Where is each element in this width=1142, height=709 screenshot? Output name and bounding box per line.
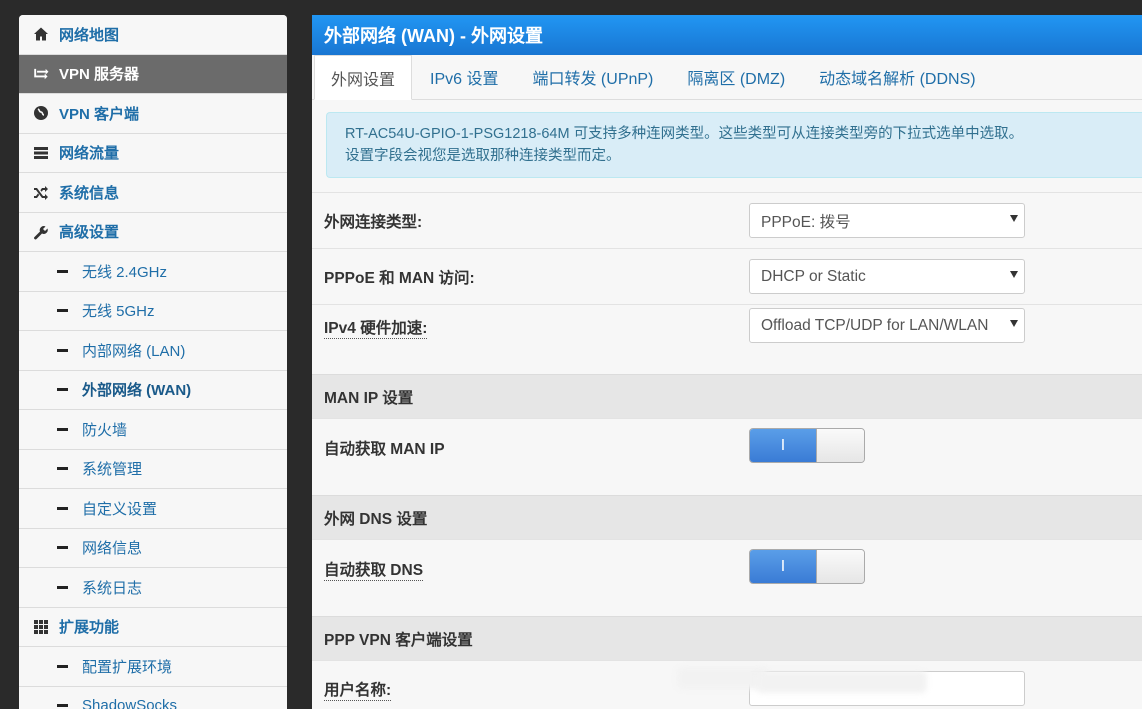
server-list-icon: [33, 145, 49, 161]
toggle-knob: [816, 429, 864, 462]
transfer-icon: [33, 66, 49, 82]
toggle-on-indicator: I: [750, 429, 816, 462]
sidebar-item-4[interactable]: 系统信息: [19, 173, 287, 213]
sidebar-item-17[interactable]: ShadowSocks: [19, 686, 287, 709]
wan-type-select[interactable]: PPPoE: 拨号: [749, 203, 1025, 238]
sidebar-item-label: 外部网络 (WAN): [82, 382, 192, 400]
info-text-line2: 设置字段会视您是选取那种连接类型而定。: [345, 148, 621, 164]
globe-icon: [33, 105, 49, 121]
tab-bar: 外网设置 IPv6 设置 端口转发 (UPnP) 隔离区 (DMZ) 动态域名解…: [312, 55, 1142, 100]
auto-dns-toggle[interactable]: I: [749, 549, 865, 584]
sidebar-item-8[interactable]: 内部网络 (LAN): [19, 331, 287, 371]
sidebar-item-15[interactable]: 扩展功能: [19, 607, 287, 647]
dns-section-header: 外网 DNS 设置: [312, 495, 1142, 539]
tab-ddns[interactable]: 动态域名解析 (DDNS): [803, 55, 991, 99]
hw-accel-label[interactable]: IPv4 硬件加速:: [324, 316, 428, 339]
username-row: 用户名称:: [312, 660, 1142, 709]
sidebar-item-7[interactable]: 无线 5GHz: [19, 291, 287, 331]
tab-wan-settings[interactable]: 外网设置: [314, 55, 413, 100]
wan-type-value: PPPoE: 拨号: [761, 213, 851, 231]
sidebar-item-label: 网络信息: [82, 540, 143, 558]
wan-type-label: 外网连接类型:: [324, 213, 423, 231]
dash-icon: [57, 585, 68, 589]
dropdown-caret-icon: [1010, 271, 1018, 278]
dropdown-caret-icon: [1010, 320, 1018, 327]
dropdown-caret-icon: [1010, 215, 1018, 222]
man-access-select[interactable]: DHCP or Static: [749, 259, 1025, 294]
dash-icon: [57, 704, 68, 708]
sidebar-item-16[interactable]: 配置扩展环境: [19, 647, 287, 687]
wrench-icon: [33, 224, 49, 240]
tab-dmz[interactable]: 隔离区 (DMZ): [671, 55, 801, 99]
dash-icon: [57, 664, 68, 668]
sidebar-item-label: 无线 5GHz: [82, 303, 155, 321]
info-text-line1: RT-AC54U-GPIO-1-PSG1218-64M 可支持多种连网类型。这些…: [345, 126, 1024, 142]
sidebar-item-label: 网络地图: [59, 26, 120, 44]
tab-ipv6[interactable]: IPv6 设置: [414, 55, 514, 99]
sidebar-item-label: 自定义设置: [82, 500, 158, 518]
dash-icon: [57, 546, 68, 550]
sidebar-item-0[interactable]: 网络地图: [19, 15, 287, 55]
sidebar-item-label: 系统日志: [82, 579, 143, 597]
sidebar-item-2[interactable]: VPN 客户端: [19, 94, 287, 134]
sidebar-item-label: 无线 2.4GHz: [82, 263, 168, 281]
man-access-label: PPPoE 和 MAN 访问:: [324, 269, 475, 287]
sidebar-item-label: 内部网络 (LAN): [82, 342, 186, 360]
wan-type-row: 外网连接类型: PPPoE: 拨号: [312, 192, 1142, 248]
ppp-vpn-section-header: PPP VPN 客户端设置: [312, 616, 1142, 660]
hw-accel-value: Offload TCP/UDP for LAN/WLAN: [761, 316, 989, 334]
sidebar-item-label: 高级设置: [59, 224, 120, 242]
auto-dns-row: 自动获取 DNS I: [312, 539, 1142, 616]
auto-dns-label[interactable]: 自动获取 DNS: [324, 558, 424, 581]
sidebar-item-12[interactable]: 自定义设置: [19, 489, 287, 529]
home-icon: [33, 26, 49, 42]
username-label[interactable]: 用户名称:: [324, 678, 392, 701]
hw-accel-row: IPv4 硬件加速: Offload TCP/UDP for LAN/WLAN: [312, 304, 1142, 374]
man-access-value: DHCP or Static: [761, 267, 866, 285]
sidebar-item-label: 配置扩展环境: [82, 658, 173, 676]
sidebar-item-label: VPN 客户端: [59, 105, 140, 123]
sidebar-item-label: VPN 服务器: [59, 66, 140, 84]
man-access-row: PPPoE 和 MAN 访问: DHCP or Static: [312, 248, 1142, 304]
sidebar-item-13[interactable]: 网络信息: [19, 528, 287, 568]
dash-icon: [57, 388, 68, 392]
man-ip-section-header: MAN IP 设置: [312, 374, 1142, 418]
hw-accel-select[interactable]: Offload TCP/UDP for LAN/WLAN: [749, 308, 1025, 343]
sidebar-item-1[interactable]: VPN 服务器: [19, 54, 287, 94]
redacted-blur: [677, 667, 767, 689]
dash-icon: [57, 348, 68, 352]
sidebar-item-5[interactable]: 高级设置: [19, 212, 287, 252]
sidebar-item-9[interactable]: 外部网络 (WAN): [19, 370, 287, 410]
dash-icon: [57, 269, 68, 273]
grid-icon: [33, 619, 49, 635]
toggle-knob: [816, 550, 864, 583]
main-panel: 外部网络 (WAN) - 外网设置 外网设置 IPv6 设置 端口转发 (UPn…: [312, 15, 1142, 709]
sidebar-item-11[interactable]: 系统管理: [19, 449, 287, 489]
dash-icon: [57, 506, 68, 510]
shuffle-icon: [33, 184, 49, 201]
sidebar-item-label: 扩展功能: [59, 619, 120, 637]
auto-man-ip-row: 自动获取 MAN IP I: [312, 418, 1142, 495]
sidebar-item-10[interactable]: 防火墙: [19, 410, 287, 450]
sidebar: 网络地图 VPN 服务器 VPN 客户端 网络流量系统信息高级设置无线 2.4GHz 无…: [19, 15, 287, 709]
page-title: 外部网络 (WAN) - 外网设置: [312, 15, 1142, 55]
info-alert: RT-AC54U-GPIO-1-PSG1218-64M 可支持多种连网类型。这些…: [326, 112, 1142, 178]
redacted-blur: [757, 671, 927, 693]
auto-man-ip-toggle[interactable]: I: [749, 428, 865, 463]
dash-icon: [57, 467, 68, 471]
sidebar-item-3[interactable]: 网络流量: [19, 133, 287, 173]
sidebar-item-14[interactable]: 系统日志: [19, 568, 287, 608]
sidebar-item-label: 网络流量: [59, 145, 120, 163]
sidebar-item-label: ShadowSocks: [82, 697, 178, 709]
sidebar-item-label: 系统管理: [82, 461, 143, 479]
tab-port-forward[interactable]: 端口转发 (UPnP): [516, 55, 669, 99]
dash-icon: [57, 427, 68, 431]
sidebar-item-label: 系统信息: [59, 184, 120, 202]
auto-man-ip-label: 自动获取 MAN IP: [324, 441, 445, 458]
sidebar-item-label: 防火墙: [82, 421, 128, 439]
sidebar-item-6[interactable]: 无线 2.4GHz: [19, 252, 287, 292]
toggle-on-indicator: I: [750, 550, 816, 583]
dash-icon: [57, 309, 68, 313]
